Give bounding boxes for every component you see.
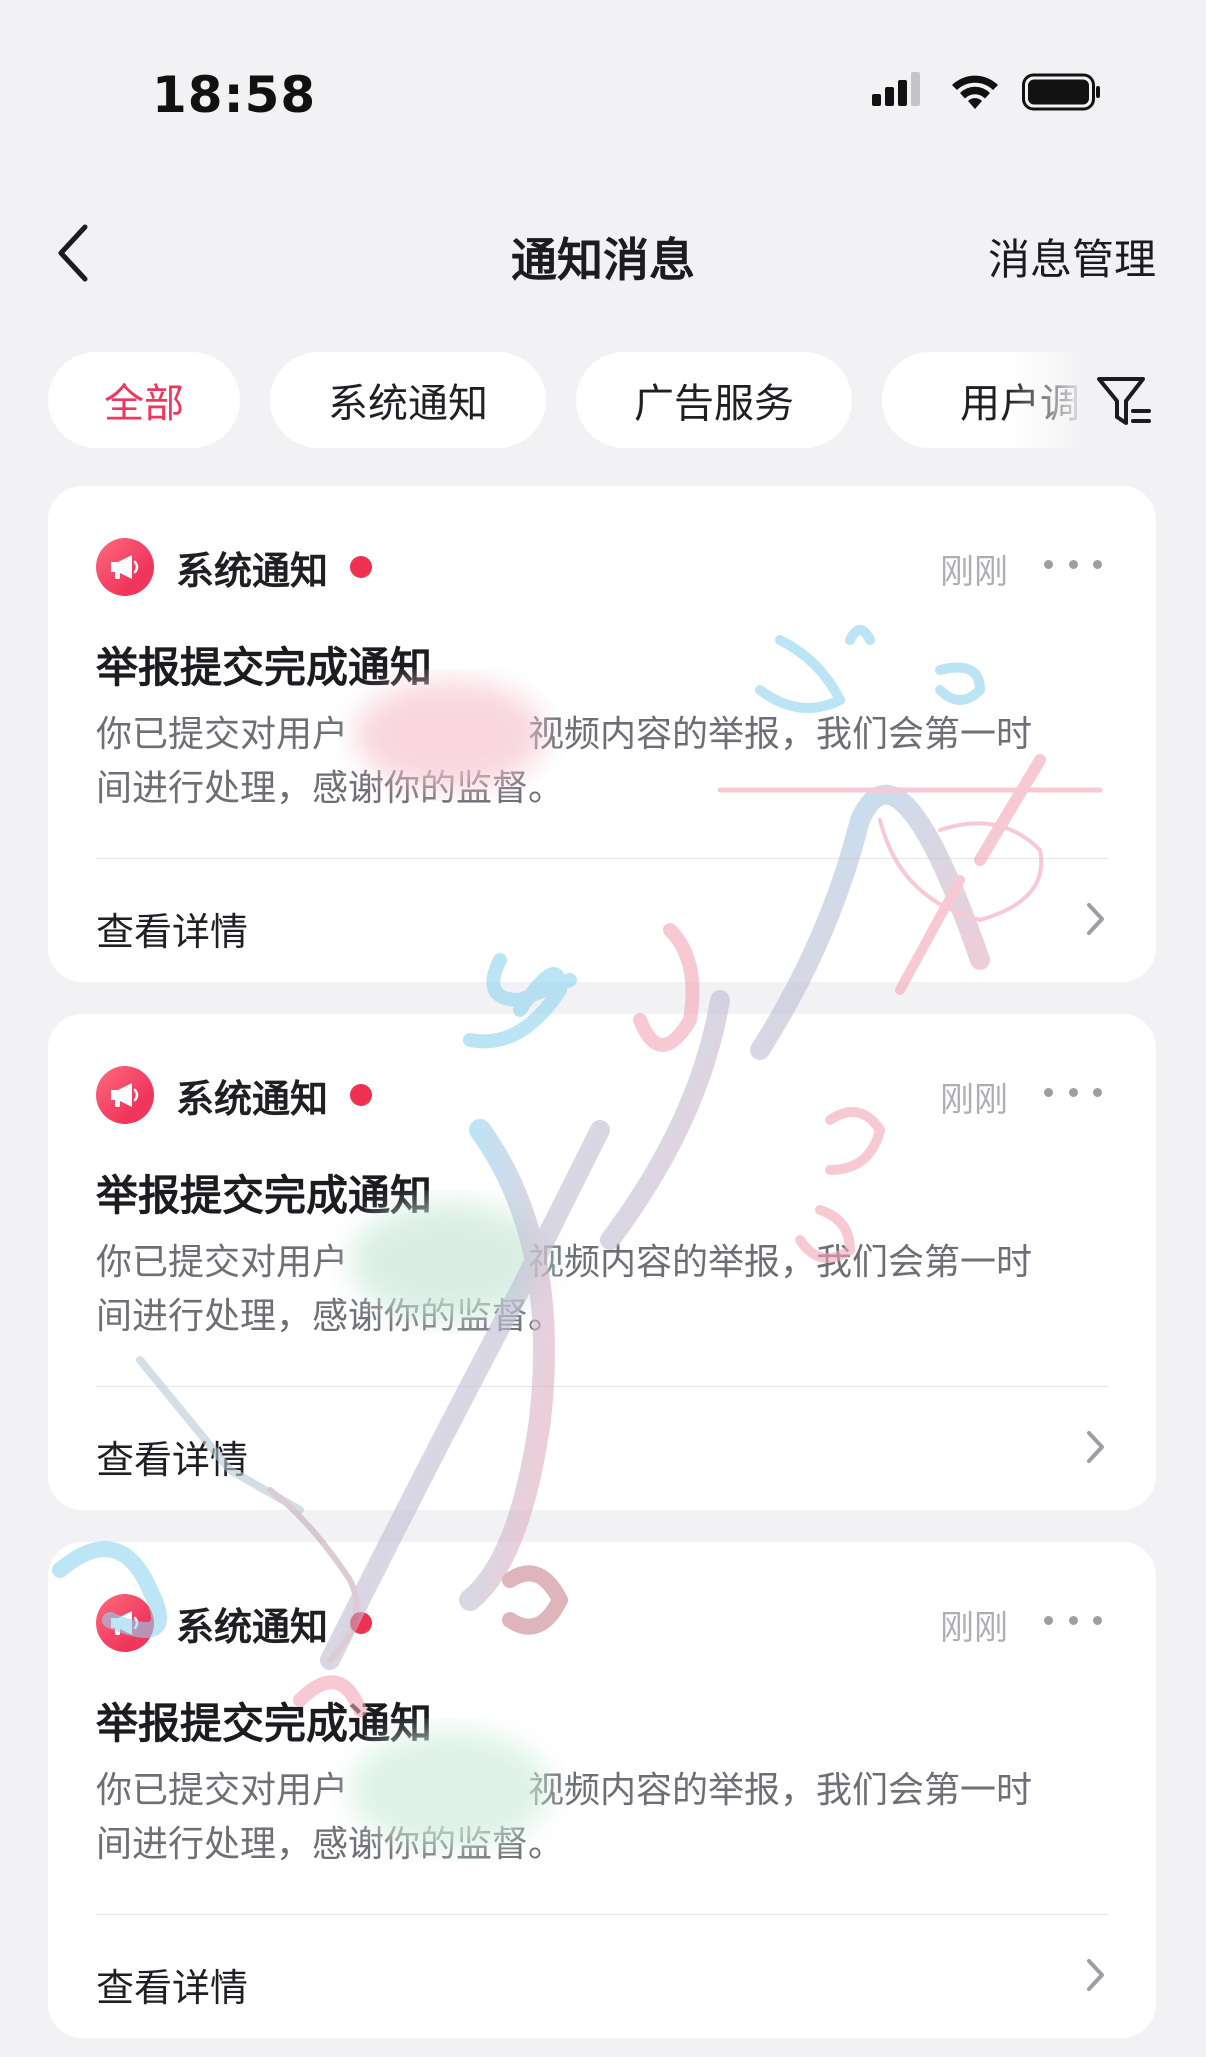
filter-button[interactable] [1092,370,1156,434]
more-button[interactable] [1044,1072,1102,1112]
card-header: 系统通知 [96,538,373,596]
more-icon [1044,1615,1053,1625]
chevron-right-icon [1087,1431,1104,1463]
card-time: 刚刚 [940,552,1008,592]
card-body-line: 间进行处理，感谢你的监督。 [96,768,565,809]
tab-system-notice[interactable]: 系统通知 [270,352,546,448]
filter-icon [1097,377,1151,425]
megaphone-icon [96,538,154,596]
chevron-right-icon [1087,903,1104,935]
view-details-row[interactable]: 查看详情 [48,1915,1156,2038]
card-body-line: 间进行处理，感谢你的监督。 [96,1296,565,1337]
status-bar: 18:58 [0,0,1206,190]
view-details-label: 查看详情 [96,1438,249,1482]
megaphone-icon [96,1066,154,1124]
card-body: 你已提交对用户 视频内容的举报，我们会第一时 间进行处理，感谢你的监督。 [96,1236,1096,1344]
notification-card[interactable]: 系统通知 刚刚 举报提交完成通知 你已提交对用户 视频内容的举报，我们会第一时 … [48,486,1156,982]
card-title: 举报提交完成通知 [96,1171,433,1220]
card-body-line: 你已提交对用户 视频内容的举报，我们会第一时 [96,1770,1033,1811]
card-header: 系统通知 [96,1594,373,1652]
notification-card[interactable]: 系统通知 刚刚 举报提交完成通知 你已提交对用户 视频内容的举报，我们会第一时 … [48,1014,1156,1510]
more-button[interactable] [1044,1600,1102,1640]
nav-bar: 通知消息 消息管理 [0,200,1206,310]
tab-ad-service[interactable]: 广告服务 [576,352,852,448]
card-header: 系统通知 [96,1066,373,1124]
card-body-line: 你已提交对用户 视频内容的举报，我们会第一时 [96,1242,1033,1283]
notification-card[interactable]: 系统通知 刚刚 举报提交完成通知 你已提交对用户 视频内容的举报，我们会第一时 … [48,1542,1156,2038]
view-details-row[interactable]: 查看详情 [48,1387,1156,1510]
more-button[interactable] [1044,544,1102,584]
view-details-label: 查看详情 [96,1966,249,2010]
status-time: 18:58 [152,66,317,124]
more-icon [1044,559,1053,569]
unread-dot [350,1084,373,1106]
filter-tabs: 全部 系统通知 广告服务 用户调 [0,352,1206,450]
card-time: 刚刚 [940,1080,1008,1120]
battery-icon [1022,73,1100,111]
tab-all[interactable]: 全部 [48,352,240,448]
tab-user-survey[interactable]: 用户调 [882,352,1088,448]
view-details-row[interactable]: 查看详情 [48,859,1156,982]
unread-dot [350,1612,373,1634]
card-body-line: 间进行处理，感谢你的监督。 [96,1824,565,1865]
card-body: 你已提交对用户 视频内容的举报，我们会第一时 间进行处理，感谢你的监督。 [96,1764,1096,1872]
megaphone-icon [96,1594,154,1652]
message-management-button[interactable]: 消息管理 [988,226,1156,287]
card-body: 你已提交对用户 视频内容的举报，我们会第一时 间进行处理，感谢你的监督。 [96,708,1096,816]
unread-dot [350,556,373,578]
card-time: 刚刚 [940,1608,1008,1648]
tabs-scroll[interactable]: 全部 系统通知 广告服务 用户调 [48,352,1088,450]
view-details-label: 查看详情 [96,910,249,954]
card-source: 系统通知 [176,1076,329,1121]
chevron-right-icon [1087,1959,1104,1991]
card-body-line: 你已提交对用户 视频内容的举报，我们会第一时 [96,714,1033,755]
wifi-icon [952,75,998,109]
card-source: 系统通知 [176,548,329,593]
card-title: 举报提交完成通知 [96,643,433,692]
status-icons [872,72,1102,112]
card-title: 举报提交完成通知 [96,1699,433,1748]
more-icon [1044,1087,1053,1097]
card-source: 系统通知 [176,1604,329,1649]
cellular-signal-icon [872,72,920,106]
